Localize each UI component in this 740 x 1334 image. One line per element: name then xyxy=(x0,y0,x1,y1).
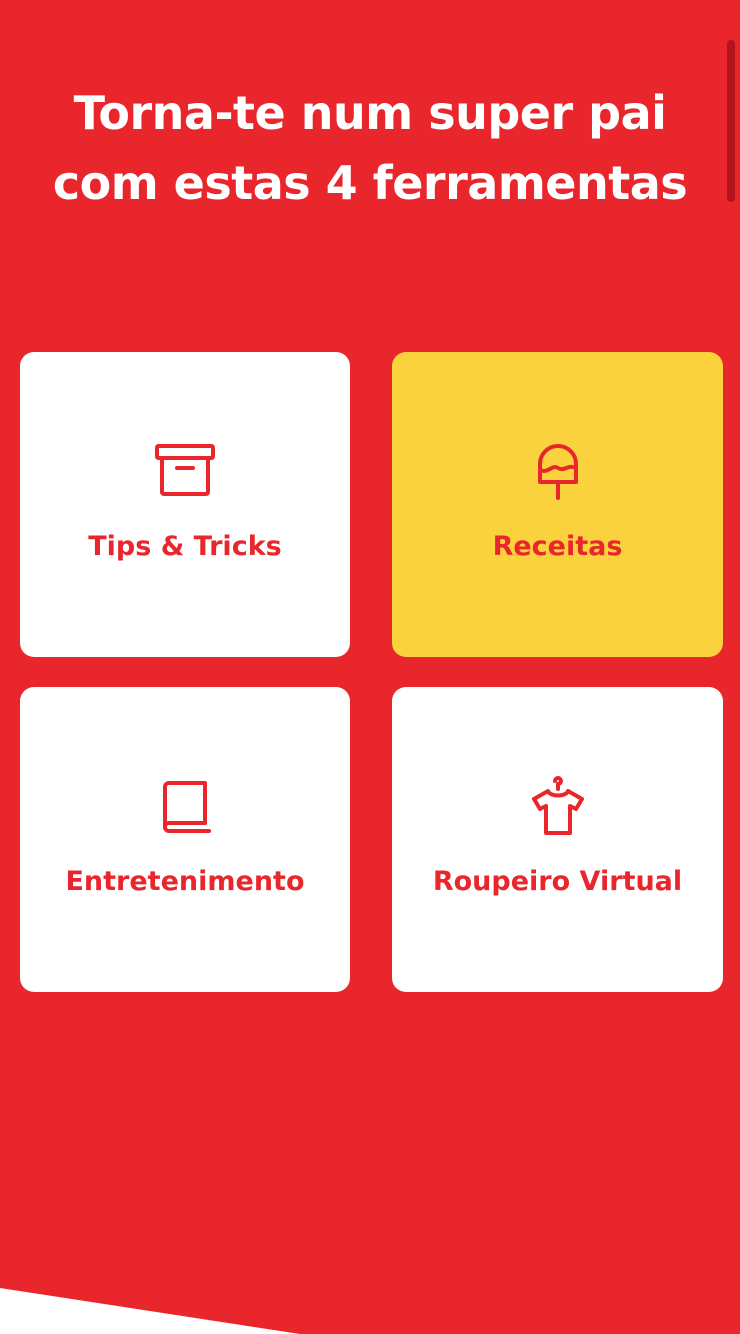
roupeiro-virtual-label: Roupeiro Virtual xyxy=(432,866,683,897)
book-icon xyxy=(153,775,217,839)
archive-box-icon xyxy=(153,440,217,504)
receitas-label: Receitas xyxy=(492,531,623,562)
scrollbar[interactable] xyxy=(727,40,735,202)
receitas-card[interactable]: Receitas xyxy=(392,352,723,657)
page-title: Torna-te num super pai com estas 4 ferra… xyxy=(0,78,740,218)
roupeiro-virtual-card[interactable]: Roupeiro Virtual xyxy=(392,687,723,992)
tips-tricks-label: Tips & Tricks xyxy=(88,531,282,562)
t-shirt-hanger-icon xyxy=(526,775,590,839)
page-title-line-1: Torna-te num super pai xyxy=(73,86,667,140)
tools-grid: Tips & Tricks Receitas Entretenimento Ro… xyxy=(20,352,723,992)
ice-cream-popsicle-icon xyxy=(526,440,590,504)
page: Torna-te num super pai com estas 4 ferra… xyxy=(0,0,740,1334)
tips-tricks-card[interactable]: Tips & Tricks xyxy=(20,352,350,657)
page-title-line-2: com estas 4 ferramentas xyxy=(52,156,688,210)
entretenimento-label: Entretenimento xyxy=(65,866,305,897)
entretenimento-card[interactable]: Entretenimento xyxy=(20,687,350,992)
bottom-white-wedge xyxy=(0,1288,300,1334)
